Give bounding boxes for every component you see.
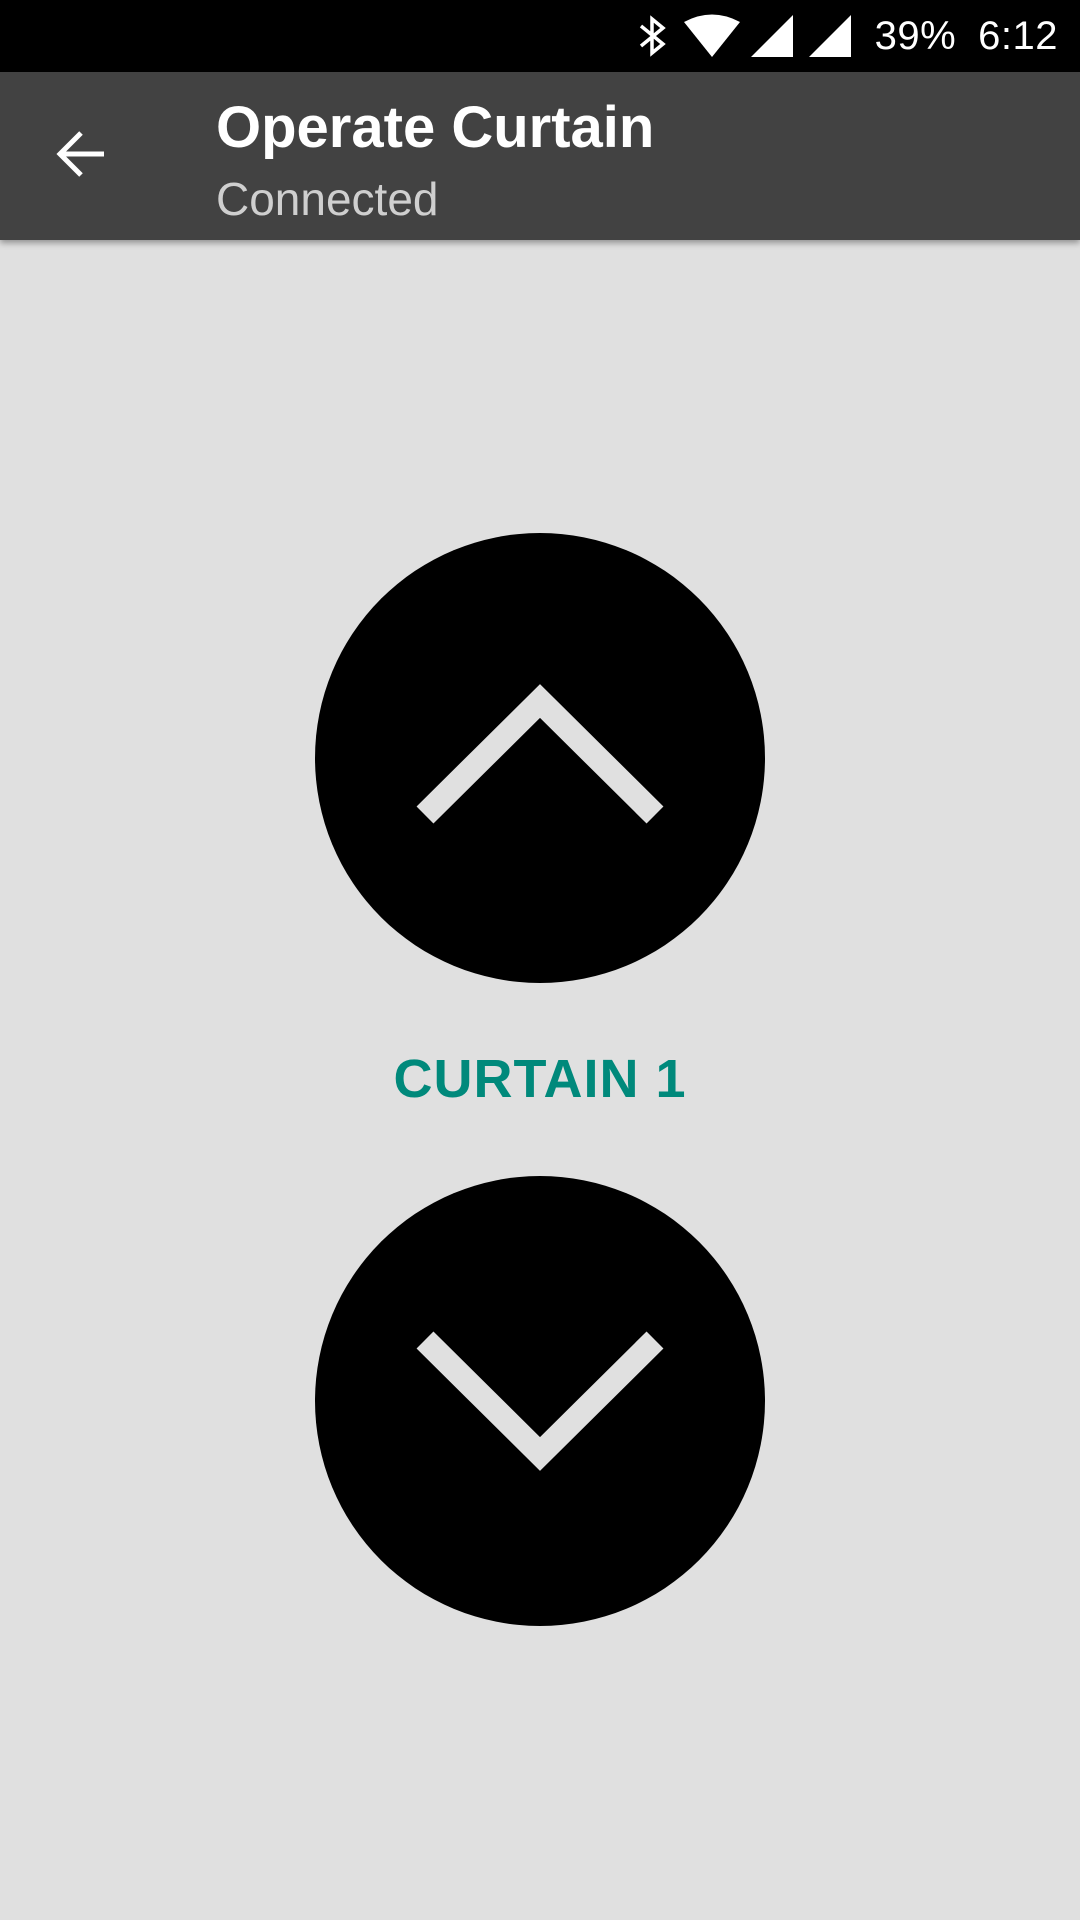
bluetooth-icon: [637, 12, 669, 60]
arrow-back-icon: [54, 126, 110, 187]
page-title: Operate Curtain: [216, 95, 655, 160]
signal-icon: [807, 13, 853, 59]
clock: 6:12: [978, 13, 1058, 58]
chevron-up-icon: [415, 681, 665, 836]
status-icons: 39% 6:12: [637, 0, 1058, 72]
status-bar: 39% 6:12: [0, 0, 1080, 72]
connection-status: Connected: [216, 173, 439, 225]
signal-icon: [749, 13, 795, 59]
app-bar: Operate Curtain Connected: [0, 72, 1080, 240]
wifi-icon: [683, 13, 741, 59]
chevron-down-icon: [415, 1324, 665, 1479]
curtain-down-button[interactable]: [315, 1176, 765, 1626]
curtain-label: CURTAIN 1: [393, 1049, 687, 1109]
curtain-up-button[interactable]: [315, 533, 765, 983]
battery-level: 39%: [874, 13, 957, 58]
back-button[interactable]: [34, 108, 130, 204]
